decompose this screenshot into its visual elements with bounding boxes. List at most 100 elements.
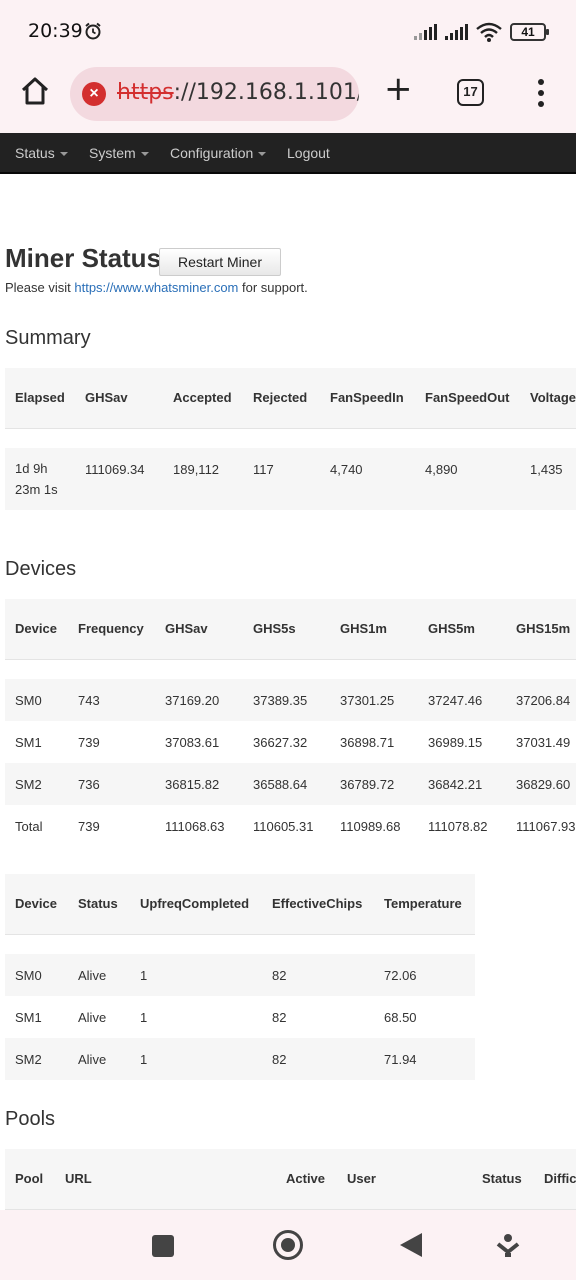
support-text: Please visit https://www.whatsminer.com … [5,280,308,295]
signal-icon [414,24,437,40]
summary-table: Elapsed GHSav Accepted Rejected FanSpeed… [5,368,576,510]
cell: 36898.71 [330,721,418,763]
table-row: 1d 9h 23m 1s 111069.34 189,112 117 4,740 … [5,448,576,510]
cell: Alive [68,996,130,1038]
col-ghs1m: GHS1m [330,599,418,660]
col-device: Device [5,874,68,935]
col-status: Status [68,874,130,935]
cell: Alive [68,1038,130,1080]
cell: 36789.72 [330,763,418,805]
col-frequency: Frequency [68,599,155,660]
cell: 37206.84 [506,679,576,721]
cell: SM0 [5,679,68,721]
caret-down-icon [140,152,149,157]
col-voltage: Voltage [520,368,576,429]
col-pool: Pool [5,1149,55,1210]
cell-rejected: 117 [243,448,320,510]
home-icon[interactable] [18,74,52,108]
cell: 37031.49 [506,721,576,763]
col-fanspeedin: FanSpeedIn [320,368,415,429]
cell-fanspeedin: 4,740 [320,448,415,510]
cell: SM2 [5,1038,68,1080]
cell: 736 [68,763,155,805]
hide-keyboard-icon[interactable] [496,1232,520,1258]
cell: 37301.25 [330,679,418,721]
cell: 743 [68,679,155,721]
system-status-bar: 20:39 41 [0,0,576,64]
cell: 82 [262,996,374,1038]
devices-table: Device Frequency GHSav GHS5s GHS1m GHS5m… [5,599,576,847]
cell: 37169.20 [155,679,243,721]
col-fanspeedout: FanSpeedOut [415,368,520,429]
cell-elapsed: 1d 9h 23m 1s [5,448,75,510]
cell: 82 [262,954,374,996]
col-temperature: Temperature [374,874,475,935]
col-effectivechips: EffectiveChips [262,874,374,935]
new-tab-button[interactable]: + [384,72,413,106]
tab-switcher-button[interactable]: 17 [457,79,484,106]
page-title: Miner Status [5,243,162,273]
col-ghsav: GHSav [155,599,243,660]
col-user: User [337,1149,472,1210]
col-ghsav: GHSav [75,368,163,429]
nav-configuration[interactable]: Configuration [170,145,267,161]
cell: 36989.15 [418,721,506,763]
col-status: Status [472,1149,534,1210]
recents-icon[interactable] [152,1235,174,1257]
nav-logout[interactable]: Logout [287,145,330,161]
cell: SM0 [5,954,68,996]
cell: 37247.46 [418,679,506,721]
cell: 1 [130,996,262,1038]
cell: 111067.93 [506,805,576,847]
table-row: SM1 Alive 1 82 68.50 [5,996,475,1038]
table-row: SM0 Alive 1 82 72.06 [5,954,475,996]
col-accepted: Accepted [163,368,243,429]
col-device: Device [5,599,68,660]
nav-status[interactable]: Status [15,145,68,161]
nav-system[interactable]: System [89,145,149,161]
cell: 36627.32 [243,721,330,763]
cell: 36588.64 [243,763,330,805]
more-options-icon[interactable] [537,79,545,107]
page-content: Miner Status Restart Miner Please visit … [0,176,576,1210]
cell: 36842.21 [418,763,506,805]
cell-fanspeedout: 4,890 [415,448,520,510]
address-bar[interactable]: × https://192.168.1.101/cg [70,67,359,121]
cell-ghsav: 111069.34 [75,448,163,510]
table-row-total: Total 739 111068.63 110605.31 110989.68 … [5,805,576,847]
cell: SM2 [5,763,68,805]
col-rejected: Rejected [243,368,320,429]
table-row: SM0 743 37169.20 37389.35 37301.25 37247… [5,679,576,721]
cell-voltage: 1,435 [520,448,576,510]
top-navbar: Status System Configuration Logout [0,133,576,174]
cell: 739 [68,721,155,763]
col-difficulty: Diffic [534,1149,576,1210]
back-icon[interactable] [400,1233,422,1257]
cell: 82 [262,1038,374,1080]
home-button-icon[interactable] [273,1230,303,1260]
cell: 111068.63 [155,805,243,847]
col-ghs5s: GHS5s [243,599,330,660]
cell: 72.06 [374,954,475,996]
cell: SM1 [5,721,68,763]
col-upfreqcompleted: UpfreqCompleted [130,874,262,935]
cell: 68.50 [374,996,475,1038]
device-status-table: Device Status UpfreqCompleted EffectiveC… [5,874,475,1080]
cell: SM1 [5,996,68,1038]
support-link[interactable]: https://www.whatsminer.com [74,280,238,295]
table-row: SM1 739 37083.61 36627.32 36898.71 36989… [5,721,576,763]
not-secure-icon[interactable]: × [82,82,106,106]
cell: 71.94 [374,1038,475,1080]
summary-heading: Summary [5,327,91,349]
cell: 110605.31 [243,805,330,847]
wifi-icon [476,22,502,42]
cell: Alive [68,954,130,996]
restart-miner-button[interactable]: Restart Miner [159,248,281,276]
url-text[interactable]: https://192.168.1.101/cg [117,80,359,105]
cell: 111078.82 [418,805,506,847]
cell: 36829.60 [506,763,576,805]
pools-table: Pool URL Active User Status Diffic [5,1149,576,1210]
system-nav-bar [0,1210,576,1280]
signal-icon [445,24,468,40]
devices-heading: Devices [5,558,77,580]
